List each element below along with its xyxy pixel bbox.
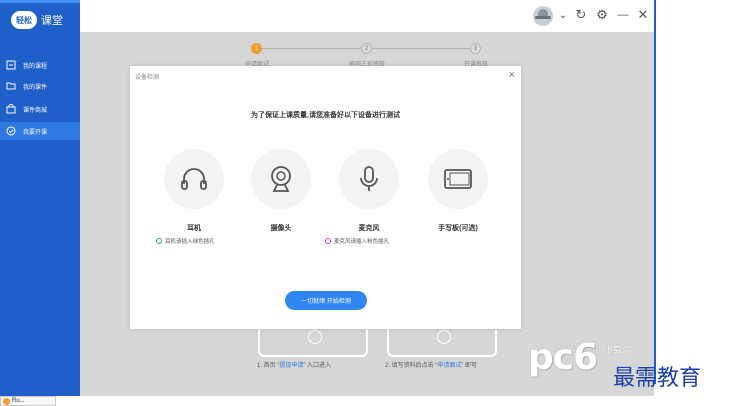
chevron-down-icon[interactable]: ⌄ [556,7,570,23]
guide-caption-step-1: 1. 首页 “提现申请” 入口进入 [257,363,332,369]
sidebar: 轻松 课堂 我的课程 我的课件 课件商城 我要开课 [0,0,86,396]
check-circle-icon [6,126,16,136]
step-connector [372,48,472,49]
start-check-button[interactable]: 一切就绪 开始检测 [285,291,367,310]
taskbar-label: Ru... [12,398,25,404]
headphones-icon [164,149,224,209]
step-1-dot: 1 [251,43,262,54]
device-tablet: 手写板(可选) [414,149,502,259]
step-connector [262,48,362,49]
square-icon [6,60,16,70]
device-note: 麦克风请插入粉色插孔 [325,237,421,245]
avatar[interactable] [533,6,553,26]
close-icon[interactable]: ✕ [636,7,650,23]
watermark-logo: pc6 [528,337,598,378]
folder-icon [6,81,16,91]
device-name: 耳机 [187,225,201,232]
sidebar-item-label: 我要开课 [23,129,48,136]
bottom-margin [0,396,654,406]
device-headphones: 耳机 耳机请插入绿色插孔 [150,149,238,259]
sidebar-item-label: 我的课件 [23,84,48,91]
dialog-title: 设备检测 [135,75,160,81]
green-port-icon [156,238,162,244]
pink-port-icon [325,238,331,244]
logo-text: 课堂 [41,15,63,27]
app-taskbar-icon [3,397,10,405]
guide-phone-card [387,323,497,357]
device-check-dialog: 设备检测 × 为了保证上课质量,请您准备好以下设备进行测试 耳机 耳机请插入绿色… [130,66,521,329]
guide-caption-step-2: 2. 填写资料后点击 “申请面试” 即可 [385,363,478,369]
refresh-icon[interactable]: ↻ [574,7,588,23]
window-border [654,0,656,384]
sidebar-item-courseware-mall[interactable]: 课件商城 [0,100,80,118]
sidebar-item-my-coursewares[interactable]: 我的课件 [0,77,80,95]
guide-phone-card [258,325,368,357]
sidebar-item-my-courses[interactable]: 我的课程 [0,56,80,74]
sidebar-top-accent [0,0,86,3]
watermark-edu-text: 最需教育 [613,366,702,391]
device-webcam: 摄像头 [237,149,325,259]
step-3-dot: 3 [470,43,481,54]
step-2-dot: 2 [361,43,372,54]
gear-icon[interactable]: ⚙ [595,7,609,23]
tablet-icon [428,149,488,209]
device-name: 摄像头 [270,225,292,232]
avatar-hat-brim [535,16,551,19]
device-microphone: 麦克风 麦克风请插入粉色插孔 [325,149,413,259]
device-name: 麦克风 [358,225,380,232]
microphone-icon [339,149,399,209]
minimize-icon[interactable]: — [616,7,630,23]
dialog-close-icon[interactable]: × [509,70,515,81]
logo-badge: 轻松 [11,11,37,29]
title-bar: ⌄ ↻ ⚙ — ✕ [80,0,654,32]
right-margin [654,0,732,406]
dialog-heading: 为了保证上课质量,请您准备好以下设备进行测试 [251,112,400,119]
taskbar-item[interactable]: Ru... [0,396,56,406]
shopping-bag-icon [6,104,16,114]
sidebar-item-label: 我的课程 [23,63,48,70]
phone-home-button [437,330,451,344]
watermark-download-text: 下载站 [604,345,632,355]
app-logo: 轻松 课堂 [11,10,75,30]
sidebar-item-label: 课件商城 [23,107,48,114]
device-name: 手写板(可选) [438,225,478,232]
phone-home-button [308,330,322,344]
webcam-icon [251,149,311,209]
sidebar-item-start-teaching[interactable]: 我要开课 [0,122,80,140]
